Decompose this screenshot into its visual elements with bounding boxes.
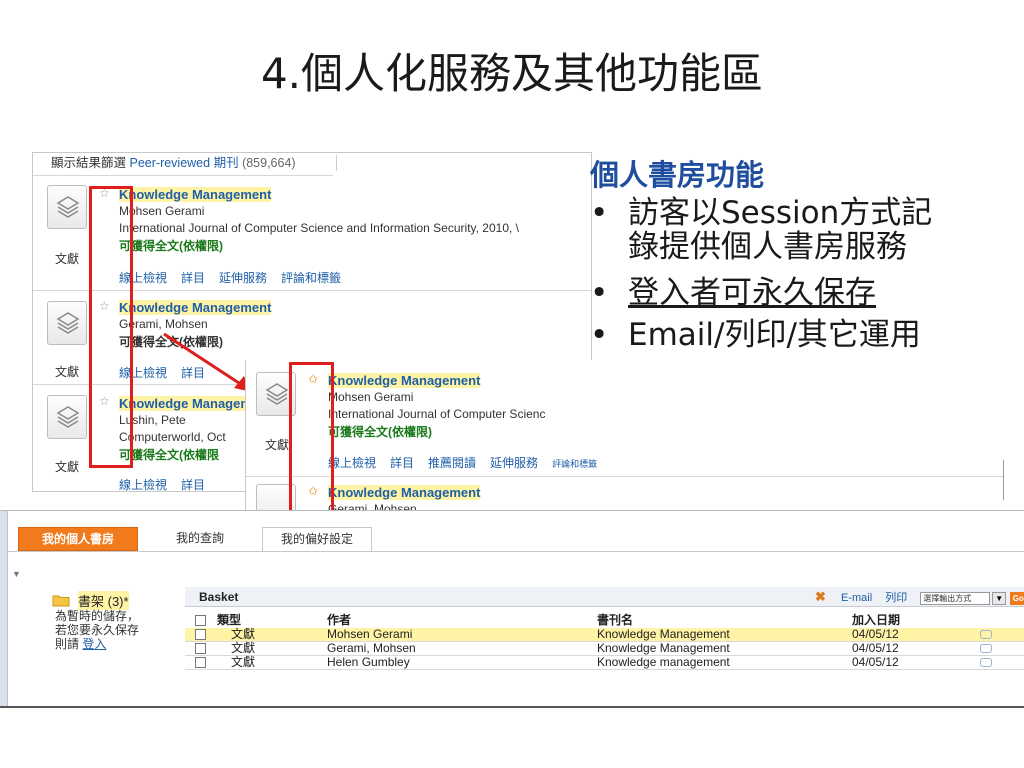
row-checkbox[interactable] [195, 629, 206, 641]
shelf-name[interactable]: 書架 (3)* [78, 591, 129, 610]
recommended-reading-link[interactable]: 推薦閱讀 [428, 456, 476, 470]
result-author: Mohsen Gerami [328, 390, 414, 404]
details-link[interactable]: 詳目 [390, 456, 414, 470]
result-action-links: 線上檢視 詳目 延伸服務 評論和標籤 [119, 269, 355, 286]
basket-header: Basket ✖ E-mail 列印 選擇輸出方式 ▼ Go [185, 587, 1024, 607]
fulltext-availability[interactable]: 可獲得全文(依權限) [328, 423, 432, 440]
reviews-tags-link[interactable]: 評論和標籤 [552, 459, 597, 469]
doc-type-label: 文獻 [55, 460, 80, 474]
column-title: 書刊名 [597, 613, 634, 627]
tab-my-searches[interactable]: 我的查詢 [150, 527, 250, 551]
result-author: Gerami, Mohsen [328, 502, 417, 510]
result-source: International Journal of Computer Scienc… [119, 221, 520, 235]
details-link[interactable]: 詳目 [181, 478, 205, 491]
filter-label: 顯示結果篩選 [51, 156, 127, 170]
star-column-highlight-box [289, 362, 334, 522]
fulltext-availability[interactable]: 可獲得全文(依權限) [119, 237, 223, 254]
print-link[interactable]: 列印 [885, 592, 907, 604]
slide-title: 4.個人化服務及其他功能區 [260, 49, 764, 98]
delete-icon[interactable]: ✖ [815, 589, 826, 604]
details-link[interactable]: 詳目 [181, 271, 205, 285]
basket-title: Basket [199, 590, 239, 604]
overlay-results-panel: 文獻 ✩ Knowledge Management Mohsen Gerami … [245, 360, 1005, 510]
result-source: International Journal of Computer Scienc [328, 407, 546, 421]
result-title-link[interactable]: Knowledge Management [119, 300, 272, 315]
peer-reviewed-filter-link[interactable]: Peer-reviewed 期刊 [130, 156, 239, 170]
row-checkbox[interactable] [195, 657, 206, 669]
result-title-link[interactable]: Knowledge Management [328, 485, 481, 500]
extended-services-link[interactable]: 延伸服務 [490, 456, 538, 470]
view-online-link[interactable]: 線上檢視 [119, 478, 167, 491]
tab-my-bookshelf[interactable]: 我的個人書房 [18, 527, 138, 551]
login-link[interactable]: 登入 [82, 637, 106, 651]
document-icon [47, 301, 87, 345]
result-title-link[interactable]: Knowledge Management [328, 373, 481, 388]
doc-type-label: 文獻 [265, 438, 290, 452]
folder-icon [52, 595, 70, 607]
comment-icon[interactable] [980, 658, 992, 668]
email-link[interactable]: E-mail [841, 592, 872, 604]
document-icon [47, 395, 87, 439]
star-column-highlight-box [89, 186, 133, 468]
go-button[interactable]: Go [1010, 591, 1024, 605]
export-format-select[interactable]: 選擇輸出方式 [920, 591, 991, 605]
comment-icon[interactable] [980, 630, 992, 640]
result-action-links: 線上檢視 詳目 [119, 476, 219, 491]
extended-services-link[interactable]: 延伸服務 [219, 271, 267, 285]
table-row[interactable]: 文獻 Mohsen Gerami Knowledge Management 04… [185, 628, 1024, 642]
select-all-checkbox[interactable] [195, 614, 206, 626]
basket-tools: ✖ E-mail 列印 選擇輸出方式 ▼ Go [815, 589, 1024, 605]
feature-heading: 個人書房功能 [590, 158, 765, 192]
result-action-links: 線上檢視 詳目 推薦閱讀 延伸服務 評論和標籤 [328, 454, 611, 471]
chevron-down-icon[interactable]: ▼ [992, 591, 1007, 605]
view-online-link[interactable]: 線上檢視 [328, 456, 376, 470]
result-source: Computerworld, Oct [119, 430, 226, 444]
document-icon [47, 185, 87, 229]
filter-bar: 顯示結果篩選 Peer-reviewed 期刊 (859,664) [33, 153, 591, 175]
column-author: 作者 [327, 613, 352, 627]
tab-my-preferences[interactable]: 我的偏好設定 [262, 527, 372, 551]
column-type: 類型 [217, 613, 242, 627]
filter-count: (859,664) [242, 156, 296, 170]
table-row[interactable]: 文獻 Helen Gumbley Knowledge management 04… [185, 655, 1024, 670]
fulltext-availability[interactable]: 可獲得全文(依權限 [119, 446, 219, 463]
result-title-link[interactable]: Knowledge Management [119, 187, 272, 202]
collapse-arrow-icon[interactable]: ▼ [12, 569, 21, 579]
doc-type-label: 文獻 [55, 252, 80, 266]
basket-table: 類型 作者 書刊名 加入日期 文獻 Mohsen Gerami Knowledg… [185, 611, 1024, 670]
row-checkbox[interactable] [195, 643, 206, 655]
doc-type-label: 文獻 [55, 365, 80, 379]
column-date: 加入日期 [852, 613, 901, 627]
table-row[interactable]: 文獻 Gerami, Mohsen Knowledge Management 0… [185, 641, 1024, 656]
bookshelf-panel: 我的個人書房 我的查詢 我的偏好設定 ▼ 書架 (3)* 為暫時的儲存， 若您要… [0, 510, 1024, 708]
comment-icon[interactable] [980, 644, 992, 654]
reviews-tags-link[interactable]: 評論和標籤 [281, 271, 341, 285]
shelf-note: 為暫時的儲存， 若您要永久保存 則請 登入 [55, 609, 140, 651]
